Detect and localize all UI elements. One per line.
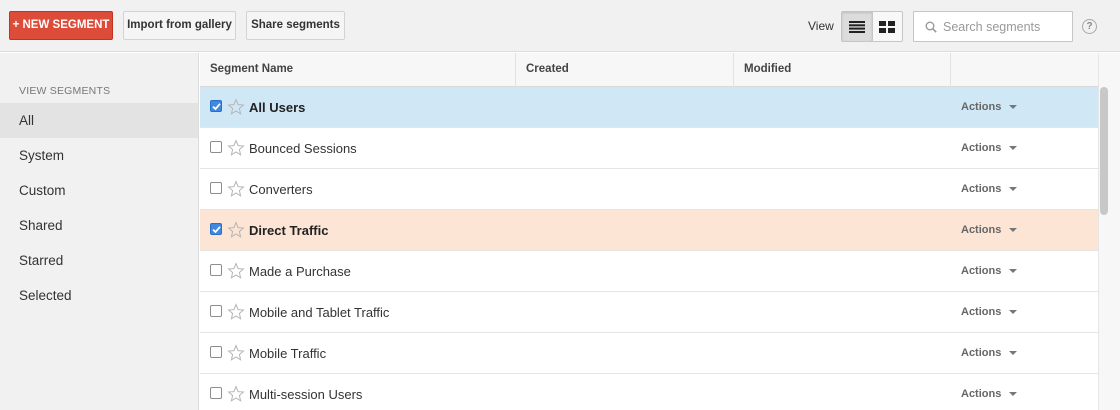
- chevron-down-icon: [1009, 146, 1018, 151]
- sidebar-item-shared[interactable]: Shared: [0, 208, 198, 243]
- actions-label: Actions: [961, 388, 1002, 400]
- segment-checkbox[interactable]: [210, 264, 222, 276]
- star-icon[interactable]: [227, 98, 245, 116]
- grid-view-icon: [879, 20, 896, 33]
- chevron-down-icon: [1009, 351, 1018, 356]
- share-segments-button[interactable]: Share segments: [246, 11, 345, 40]
- scrollbar-thumb[interactable]: [1100, 87, 1108, 215]
- chevron-down-icon: [1009, 187, 1018, 192]
- segment-checkbox[interactable]: [210, 305, 222, 317]
- sidebar: VIEW SEGMENTS All System Custom Shared S…: [0, 53, 199, 410]
- new-segment-button[interactable]: + NEW SEGMENT: [9, 11, 113, 40]
- actions-dropdown[interactable]: Actions: [961, 87, 1018, 128]
- star-icon[interactable]: [227, 344, 245, 362]
- star-icon[interactable]: [227, 385, 245, 403]
- column-header-modified[interactable]: Modified: [734, 53, 951, 87]
- star-icon[interactable]: [227, 303, 245, 321]
- chevron-down-icon: [1009, 310, 1018, 315]
- actions-label: Actions: [961, 306, 1002, 318]
- actions-label: Actions: [961, 142, 1002, 154]
- actions-label: Actions: [961, 347, 1002, 359]
- search-box: [913, 11, 1073, 42]
- view-toggle: [841, 11, 903, 42]
- chevron-down-icon: [1009, 392, 1018, 397]
- table-row[interactable]: Multi-session Users Actions: [200, 374, 1098, 410]
- segment-name[interactable]: Mobile and Tablet Traffic: [249, 292, 389, 333]
- sidebar-title: VIEW SEGMENTS: [19, 85, 111, 97]
- grid-view-button[interactable]: [871, 12, 902, 41]
- sidebar-item-all[interactable]: All: [0, 103, 198, 138]
- table-row[interactable]: Mobile Traffic Actions: [200, 333, 1098, 374]
- search-icon: [925, 21, 937, 33]
- view-label: View: [808, 19, 834, 33]
- list-view-icon: [848, 20, 865, 33]
- sidebar-item-system[interactable]: System: [0, 138, 198, 173]
- star-icon[interactable]: [227, 180, 245, 198]
- actions-label: Actions: [961, 101, 1002, 113]
- star-icon[interactable]: [227, 139, 245, 157]
- list-view-button[interactable]: [842, 12, 872, 41]
- actions-label: Actions: [961, 224, 1002, 236]
- table-row[interactable]: Converters Actions: [200, 169, 1098, 210]
- segment-name[interactable]: Bounced Sessions: [249, 128, 357, 169]
- actions-dropdown[interactable]: Actions: [961, 210, 1018, 251]
- segment-checkbox[interactable]: [210, 141, 222, 153]
- help-icon[interactable]: ?: [1082, 19, 1097, 34]
- actions-dropdown[interactable]: Actions: [961, 169, 1018, 210]
- segment-name[interactable]: All Users: [249, 87, 305, 128]
- sidebar-item-starred[interactable]: Starred: [0, 243, 198, 278]
- segment-name[interactable]: Converters: [249, 169, 313, 210]
- actions-dropdown[interactable]: Actions: [961, 251, 1018, 292]
- table-header: Segment Name Created Modified: [200, 53, 1098, 87]
- segment-name[interactable]: Mobile Traffic: [249, 333, 326, 374]
- table-row[interactable]: Direct Traffic Actions: [200, 210, 1098, 251]
- table-row[interactable]: Mobile and Tablet Traffic Actions: [200, 292, 1098, 333]
- actions-dropdown[interactable]: Actions: [961, 128, 1018, 169]
- table-row[interactable]: All Users Actions: [200, 87, 1098, 128]
- segment-name[interactable]: Multi-session Users: [249, 374, 362, 410]
- star-icon[interactable]: [227, 221, 245, 239]
- table-row[interactable]: Made a Purchase Actions: [200, 251, 1098, 292]
- actions-dropdown[interactable]: Actions: [961, 333, 1018, 374]
- search-input[interactable]: [943, 13, 1069, 40]
- table-row[interactable]: Bounced Sessions Actions: [200, 128, 1098, 169]
- sidebar-item-selected[interactable]: Selected: [0, 278, 198, 313]
- segment-name[interactable]: Made a Purchase: [249, 251, 351, 292]
- chevron-down-icon: [1009, 228, 1018, 233]
- column-header-actions: [951, 53, 1098, 87]
- segment-name[interactable]: Direct Traffic: [249, 210, 328, 251]
- actions-label: Actions: [961, 265, 1002, 277]
- actions-dropdown[interactable]: Actions: [961, 374, 1018, 410]
- column-header-segment-name[interactable]: Segment Name: [200, 53, 516, 87]
- segment-checkbox[interactable]: [210, 346, 222, 358]
- checkmark-icon: [212, 226, 221, 234]
- import-from-gallery-button[interactable]: Import from gallery: [123, 11, 236, 40]
- segment-checkbox[interactable]: [210, 100, 222, 112]
- actions-dropdown[interactable]: Actions: [961, 292, 1018, 333]
- star-icon[interactable]: [227, 262, 245, 280]
- chevron-down-icon: [1009, 105, 1018, 110]
- segments-table: Segment Name Created Modified All Users A…: [200, 53, 1098, 410]
- scrollbar[interactable]: [1098, 53, 1120, 410]
- toolbar: + NEW SEGMENT Import from gallery Share …: [0, 0, 1120, 52]
- column-header-created[interactable]: Created: [516, 53, 734, 87]
- segment-checkbox[interactable]: [210, 182, 222, 194]
- segment-checkbox[interactable]: [210, 387, 222, 399]
- checkmark-icon: [212, 103, 221, 111]
- chevron-down-icon: [1009, 269, 1018, 274]
- actions-label: Actions: [961, 183, 1002, 195]
- sidebar-item-custom[interactable]: Custom: [0, 173, 198, 208]
- segment-checkbox[interactable]: [210, 223, 222, 235]
